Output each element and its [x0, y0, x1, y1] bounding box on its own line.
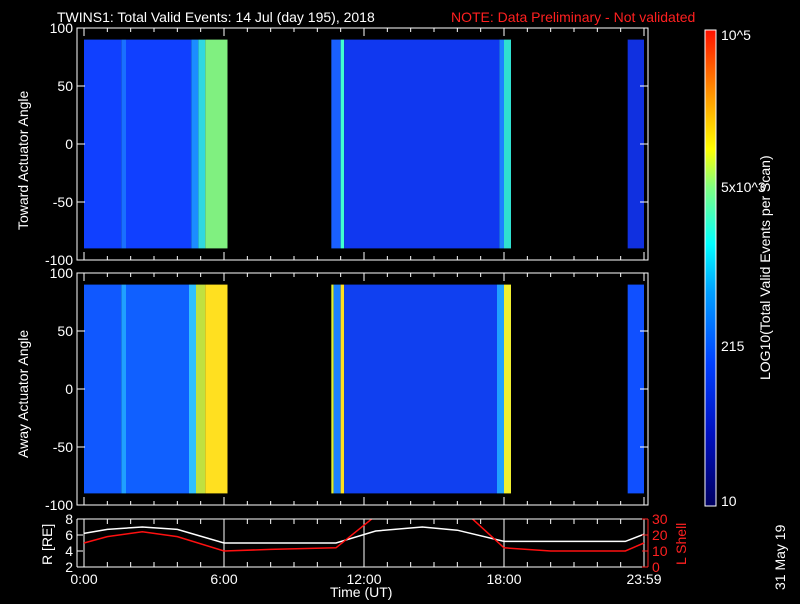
r-axis-label: R [RE] [39, 524, 55, 565]
x-tick-label: 18:00 [486, 571, 521, 587]
chart-title: TWINS1: Total Valid Events: 14 Jul (day … [57, 9, 375, 25]
x-tick-label: 23:59 [626, 571, 661, 587]
date-stamp: 31 May 19 [772, 524, 788, 590]
y-tick-label: 0 [65, 381, 73, 397]
y-tick-label: 50 [57, 323, 73, 339]
x-tick-label: 6:00 [210, 571, 237, 587]
y-tick-label: 6 [65, 527, 73, 543]
preliminary-note: NOTE: Data Preliminary - Not validated [451, 9, 695, 25]
heatmap-band [84, 39, 122, 249]
y-tick-label: -50 [53, 439, 73, 455]
y-tick-label: 100 [50, 20, 74, 36]
heatmap-band [331, 39, 341, 249]
y-axis-label-away: Away Actuator Angle [15, 330, 31, 458]
y-tick-label: 0 [65, 136, 73, 152]
y-tick-label: 8 [65, 511, 73, 527]
y-tick-label: 50 [57, 78, 73, 94]
heatmap-band [84, 284, 122, 494]
y2-tick-label: 10 [652, 543, 668, 559]
colorbar-tick: 215 [721, 338, 745, 354]
y-tick-label: 4 [65, 543, 73, 559]
heatmap-band [499, 39, 504, 249]
y-tick-label: 100 [50, 265, 74, 281]
heatmap-band [205, 39, 228, 249]
heatmap-band [497, 284, 504, 494]
colorbar-tick: 10^5 [721, 27, 751, 43]
colorbar [704, 29, 717, 507]
heatmap-band [340, 39, 345, 249]
heatmap-band [126, 39, 192, 249]
heatmap-band [121, 39, 126, 249]
y-axis-label-toward: Toward Actuator Angle [15, 90, 31, 230]
heatmap-band [504, 284, 511, 494]
colorbar-tick: 10 [721, 493, 737, 509]
heatmap-band [331, 284, 334, 494]
x-tick-label: 0:00 [70, 571, 97, 587]
heatmap-band [121, 284, 126, 494]
y2-tick-label: 30 [652, 511, 668, 527]
heatmap-band [344, 39, 500, 249]
heatmap-band [344, 284, 497, 494]
y2-tick-label: 20 [652, 527, 668, 543]
heatmap-band [205, 284, 228, 494]
x-axis-label: Time (UT) [330, 584, 392, 600]
heatmap-band [191, 39, 199, 249]
heatmap-band [504, 39, 511, 249]
lshell-axis-label: L Shell [673, 523, 689, 565]
heatmap-band [189, 284, 196, 494]
colorbar-label: LOG10(Total Valid Events per Scan) [757, 155, 773, 380]
figure: TWINS1: Total Valid Events: 14 Jul (day … [15, 9, 788, 600]
heatmap-band [198, 39, 206, 249]
y-tick-label: -50 [53, 194, 73, 210]
heatmap-band [126, 284, 189, 494]
heatmap-band [333, 284, 341, 494]
heatmap-band [340, 284, 345, 494]
heatmap-band [196, 284, 206, 494]
